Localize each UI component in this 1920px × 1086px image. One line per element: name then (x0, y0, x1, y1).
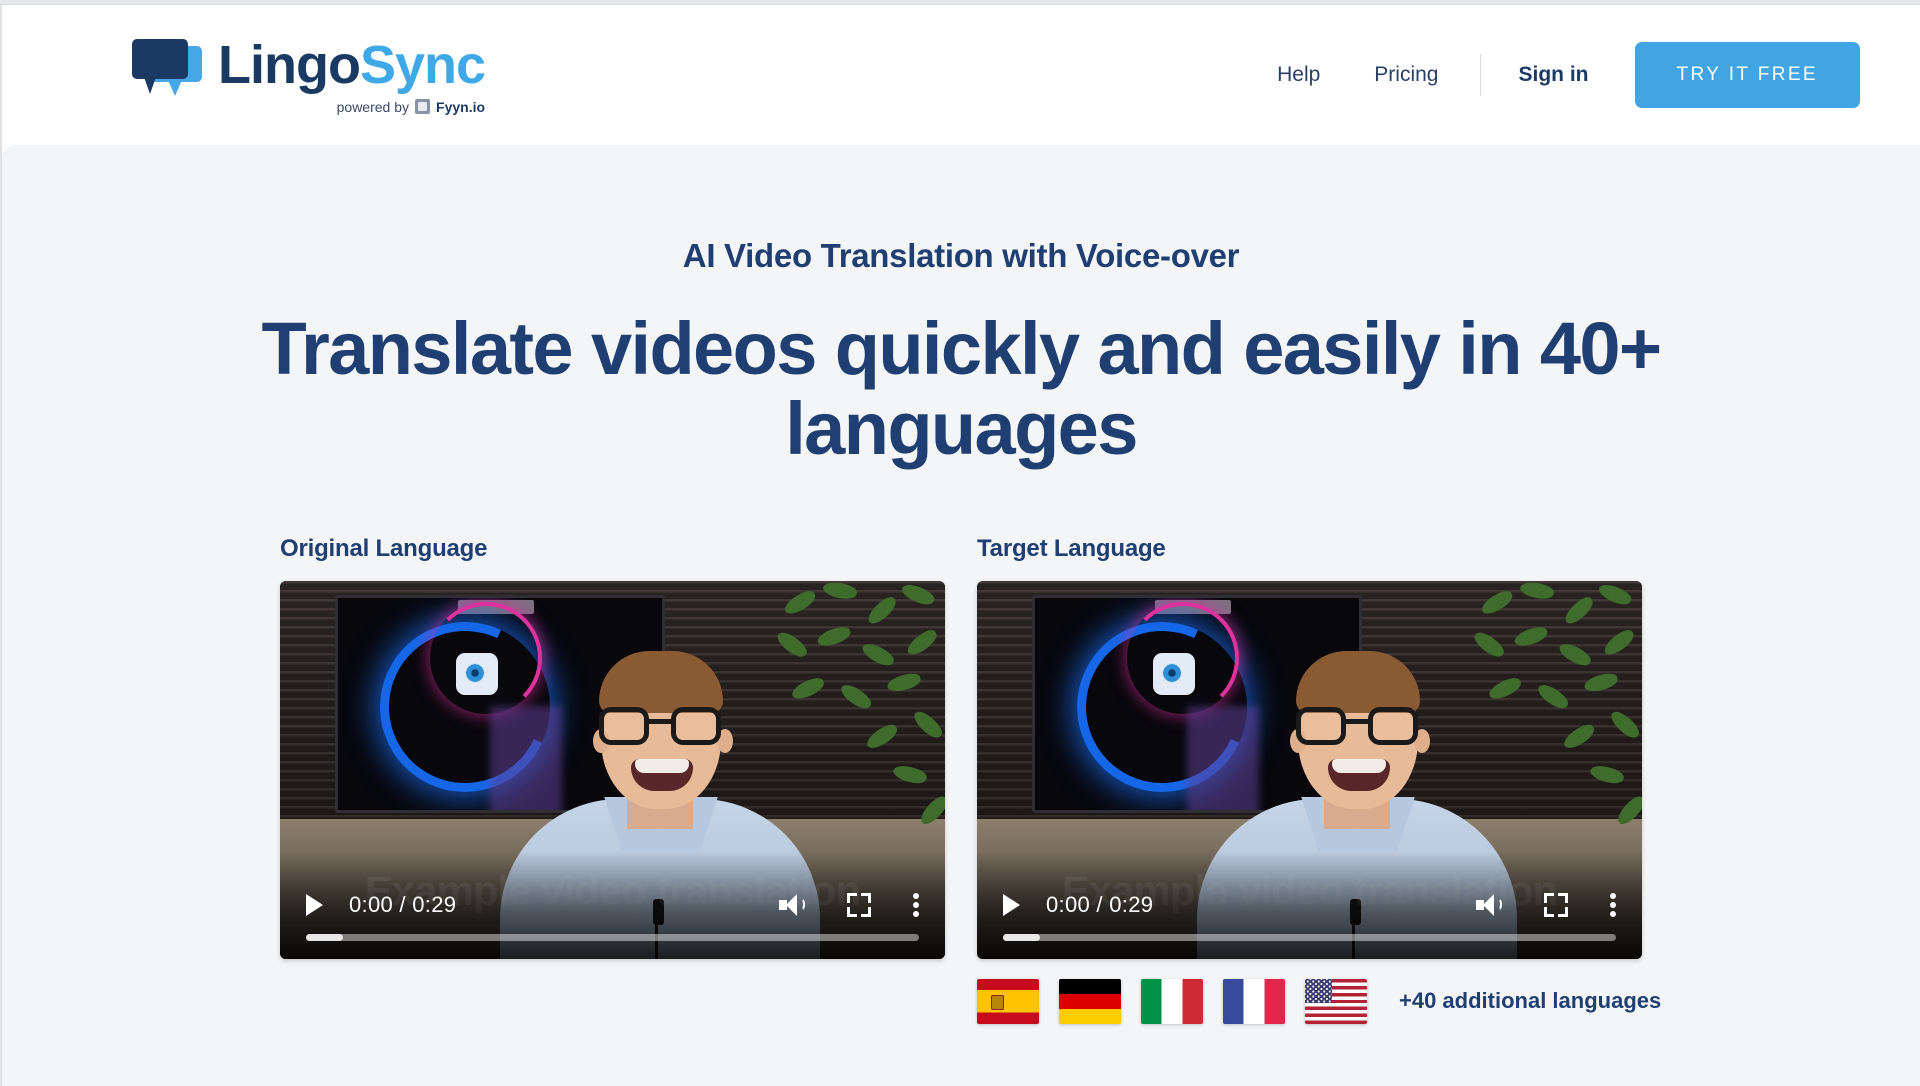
presenter-hair (599, 650, 723, 713)
tv-eye-logo (456, 652, 498, 695)
play-button-target[interactable] (1003, 893, 1020, 916)
hero-section: AI Video Translation with Voice-over Tra… (2, 145, 1920, 1086)
target-language-label: Target Language (977, 534, 1166, 562)
volume-button-target[interactable] (1476, 893, 1502, 917)
flag-france-icon[interactable] (1223, 978, 1285, 1024)
site-header: LingoSync powered by Fyyn.io Help Pricin… (2, 5, 1920, 145)
play-icon (306, 893, 323, 916)
additional-languages-note: +40 additional languages (1399, 988, 1662, 1014)
fullscreen-button-target[interactable] (1544, 892, 1568, 917)
volume-icon (1476, 893, 1502, 917)
video-player-original[interactable]: Example video translation 0:00 / 0:29 (280, 580, 945, 959)
flag-italy-icon[interactable] (1141, 978, 1203, 1024)
presenter-glasses (1294, 706, 1422, 747)
time-display-target: 0:00 / 0:29 (1046, 891, 1154, 917)
powered-by-line: powered by Fyyn.io (337, 99, 485, 114)
speech-bubbles-icon (130, 36, 204, 96)
brand-wordmark-sync: Sync (359, 35, 486, 95)
fyyn-square-icon (415, 99, 431, 114)
controls-right-original (779, 892, 919, 917)
controls-right-target (1476, 892, 1616, 917)
video-player-target[interactable]: Example video translation 0:00 / 0:29 (977, 580, 1642, 959)
nav-link-pricing[interactable]: Pricing (1347, 63, 1465, 87)
kebab-menu-icon (1610, 892, 1616, 917)
volume-icon (779, 893, 805, 917)
video-column-original: Original Language 0:00 / 0:29 (280, 535, 945, 1024)
flag-united-states-icon[interactable] (1305, 978, 1367, 1024)
try-it-free-button[interactable]: TRY IT FREE (1634, 42, 1860, 108)
presenter-mouth (1328, 758, 1390, 791)
progress-bar-target[interactable] (1003, 933, 1616, 941)
volume-button-original[interactable] (779, 893, 805, 917)
kebab-menu-icon (913, 892, 919, 917)
presenter-mouth (631, 758, 693, 791)
progress-fill-target (1003, 933, 1040, 941)
play-button-original[interactable] (306, 893, 323, 916)
flag-spain-icon[interactable] (977, 978, 1039, 1024)
nav-divider (1479, 54, 1481, 96)
page-title: Translate videos quickly and easily in 4… (261, 307, 1662, 470)
original-language-label: Original Language (280, 534, 488, 562)
flag-germany-icon[interactable] (1059, 978, 1121, 1024)
more-options-button-target[interactable] (1610, 892, 1616, 917)
nav-link-help[interactable]: Help (1250, 63, 1347, 87)
video-controls-original: 0:00 / 0:29 (280, 885, 945, 925)
brand-logo[interactable]: LingoSync powered by Fyyn.io (130, 35, 486, 114)
fullscreen-icon (847, 892, 871, 917)
brand-top-row: LingoSync (130, 35, 486, 96)
progress-bar-original[interactable] (306, 933, 919, 941)
page-frame: LingoSync powered by Fyyn.io Help Pricin… (0, 5, 1920, 1086)
fullscreen-icon (1544, 892, 1568, 917)
language-flags-row: +40 additional languages (977, 978, 1661, 1024)
play-icon (1003, 893, 1020, 916)
speech-bubble-front (132, 39, 188, 94)
fullscreen-button-original[interactable] (847, 892, 871, 917)
hero-eyebrow: AI Video Translation with Voice-over (682, 237, 1240, 274)
powered-by-name: Fyyn.io (436, 98, 486, 115)
video-controls-target: 0:00 / 0:29 (977, 885, 1642, 925)
brand-wordmark: LingoSync (218, 35, 486, 95)
video-comparison-row: Original Language 0:00 / 0:29 Target Lan… (2, 535, 1920, 1024)
header-nav: Help Pricing Sign in TRY IT FREE (1250, 42, 1860, 108)
presenter-glasses (597, 706, 725, 747)
brand-wordmark-lingo: Lingo (218, 35, 361, 95)
tv-eye-logo (1153, 652, 1195, 695)
presenter-hair (1296, 650, 1420, 713)
progress-fill-original (306, 933, 343, 941)
time-display-original: 0:00 / 0:29 (349, 891, 457, 917)
video-column-target: Target Language 0:00 / 0:29 +40 addition… (977, 534, 1661, 1024)
powered-by-label: powered by (336, 98, 410, 115)
more-options-button-original[interactable] (913, 892, 919, 917)
sign-in-link[interactable]: Sign in (1495, 63, 1613, 87)
